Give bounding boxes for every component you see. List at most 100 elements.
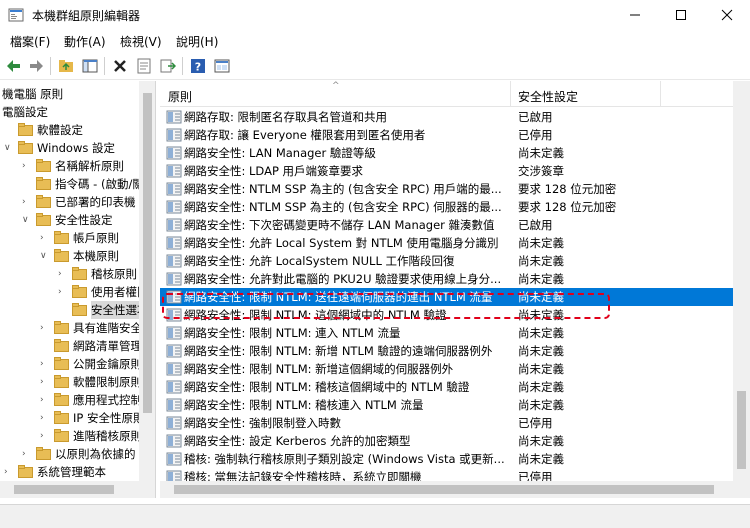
chevron-right-icon[interactable]: › [40,376,50,388]
list-row[interactable]: 網路安全性: 限制 NTLM: 新增這個網域的伺服器例外 尚未定義 [160,360,733,378]
window-title: 本機群組原則編輯器 [32,9,141,23]
list-hscroll-thumb[interactable] [174,485,714,494]
security-setting-value: 尚未定義 [518,254,564,268]
security-setting-value: 已停用 [518,416,553,430]
chevron-right-icon[interactable]: › [58,268,68,280]
tree-vertical-scrollbar[interactable] [139,81,155,481]
delete-x-icon [114,60,126,72]
menu-file[interactable]: 檔案(F) [8,33,52,50]
list-row[interactable]: 網路存取: 讓 Everyone 權限套用到匿名使用者 已停用 [160,126,733,144]
list-row[interactable]: 網路存取: 限制匿名存取具名管道和共用 已啟用 [160,108,733,126]
list-scroll-thumb[interactable] [737,391,746,469]
tree-item-label: 本機原則 [73,249,119,263]
list-row[interactable]: 網路安全性: 強制限制登入時數 已停用 [160,414,733,432]
chevron-right-icon[interactable]: › [40,322,50,334]
column-divider[interactable] [660,81,661,107]
security-setting-value: 尚未定義 [518,290,564,304]
list-row[interactable]: 網路安全性: 限制 NTLM: 稽核連入 NTLM 流量 尚未定義 [160,396,733,414]
column-divider[interactable] [510,81,511,107]
list-row[interactable]: 網路安全性: 設定 Kerberos 允許的加密類型 尚未定義 [160,432,733,450]
chevron-down-icon[interactable]: ∨ [4,142,14,154]
chevron-right-icon[interactable]: › [58,286,68,298]
chevron-right-icon[interactable]: › [22,196,32,208]
tree-horizontal-scrollbar[interactable] [0,481,155,498]
list-vertical-scrollbar[interactable] [733,81,750,481]
chevron-right-icon[interactable]: › [22,160,32,172]
tree-item-label: 以原則為依據的 Q [55,447,149,461]
chevron-right-icon[interactable]: › [40,394,50,406]
menu-bar: 檔案(F) 動作(A) 檢視(V) 說明(H) [0,30,750,52]
back-arrow-icon [7,60,20,72]
up-one-level-button[interactable] [56,56,76,76]
list-row[interactable]: 網路安全性: 允許 LocalSystem NULL 工作階段回復 尚未定義 [160,252,733,270]
toolbar-separator [104,57,105,75]
tree-hscroll-thumb[interactable] [14,485,114,494]
policy-name: 網路存取: 讓 Everyone 權限套用到匿名使用者 [184,128,426,142]
toolbar-separator [50,57,51,75]
policy-name: 網路安全性: 設定 Kerberos 允許的加密類型 [184,434,411,448]
list-row[interactable]: 網路安全性: LAN Manager 驗證等級 尚未定義 [160,144,733,162]
security-setting-value: 尚未定義 [518,146,564,160]
back-button[interactable] [4,56,24,76]
tree-item-label: 稽核原則 [91,267,137,281]
list-row[interactable]: 稽核: 強制執行稽核原則子類別設定 (Windows Vista 或更新... 尚… [160,450,733,468]
column-header-setting[interactable]: 安全性設定 [518,88,578,105]
properties-button[interactable] [134,56,154,76]
list-row[interactable]: 網路安全性: 限制 NTLM: 連入 NTLM 流量 尚未定義 [160,324,733,342]
list-row[interactable]: 網路安全性: 限制 NTLM: 稽核這個網域中的 NTLM 驗證 尚未定義 [160,378,733,396]
delete-button[interactable] [110,56,130,76]
menu-view[interactable]: 檢視(V) [118,33,164,50]
tree-item-label: 名稱解析原則 [55,159,124,173]
export-list-button[interactable] [158,56,178,76]
chevron-down-icon[interactable]: ∨ [22,214,32,226]
list-row[interactable]: 網路安全性: 限制 NTLM: 新增 NTLM 驗證的遠端伺服器例外 尚未定義 [160,342,733,360]
show-hide-tree-button[interactable] [80,56,100,76]
list-row[interactable]: 網路安全性: LDAP 用戶端簽章要求 交涉簽章 [160,162,733,180]
policy-name: 網路安全性: 允許 LocalSystem NULL 工作階段回復 [184,254,455,268]
chevron-right-icon[interactable]: › [40,412,50,424]
list-row[interactable]: 網路安全性: 允許 Local System 對 NTLM 使用電腦身分識別 尚未… [160,234,733,252]
chevron-right-icon[interactable]: › [40,430,50,442]
tree-scroll-thumb[interactable] [143,93,152,413]
list-row[interactable]: 網路安全性: NTLM SSP 為主的 (包含安全 RPC) 伺服器的最... 要… [160,198,733,216]
security-setting-value: 尚未定義 [518,272,564,286]
tree-item-label: IP 安全性原則 [73,411,145,425]
toolbar: ? [0,52,750,80]
forward-arrow-icon [30,60,43,72]
chevron-down-icon[interactable]: ∨ [40,250,50,262]
console-tree-pane[interactable]: 機電腦 原則 電腦設定 軟體設定 ∨ Windows 設定 › 名稱解析原則 指令碼 - (啟… [0,81,156,498]
policy-name: 網路存取: 限制匿名存取具名管道和共用 [184,110,388,124]
security-setting-value: 已停用 [518,128,553,142]
details-pane[interactable]: ^ 原則 安全性設定 網路存取: 限制匿名存取具名管道和共用 已啟用網路存取: 讓… [160,81,750,498]
chevron-right-icon[interactable]: › [40,232,50,244]
policy-name: 網路安全性: 限制 NTLM: 稽核連入 NTLM 流量 [184,398,424,412]
maximize-button[interactable] [658,0,704,30]
security-setting-value: 尚未定義 [518,344,564,358]
list-row[interactable]: 網路安全性: 下次密碼變更時不儲存 LAN Manager 雜湊數值 已啟用 [160,216,733,234]
list-horizontal-scrollbar[interactable] [160,481,750,498]
close-button[interactable] [704,0,750,30]
chevron-right-icon[interactable]: › [4,466,14,478]
list-row[interactable]: 網路安全性: 限制 NTLM: 這個網域中的 NTLM 驗證 尚未定義 [160,306,733,324]
chevron-right-icon[interactable]: › [22,448,32,460]
policy-name: 網路安全性: LAN Manager 驗證等級 [184,146,376,160]
tree-item-label: 電腦設定 [2,105,48,119]
column-header-policy[interactable]: 原則 [168,88,192,105]
forward-button[interactable] [26,56,46,76]
list-row[interactable]: 網路安全性: NTLM SSP 為主的 (包含安全 RPC) 用戶端的最... 要… [160,180,733,198]
menu-help[interactable]: 說明(H) [174,33,220,50]
security-setting-value: 尚未定義 [518,236,564,250]
close-icon [721,9,733,21]
menu-action[interactable]: 動作(A) [62,33,108,50]
filter-view-button[interactable] [212,56,232,76]
list-header: ^ 原則 安全性設定 [160,81,733,107]
list-row[interactable]: 網路安全性: 允許對此電腦的 PKU2U 驗證要求使用線上身分... 尚未定義 [160,270,733,288]
chevron-right-icon[interactable]: › [40,358,50,370]
security-setting-value: 要求 128 位元加密 [518,200,617,214]
list-row-selected[interactable]: 網路安全性: 限制 NTLM: 送往遠端伺服器的連出 NTLM 流量 尚未定義 [160,288,733,306]
tree-item-label: 帳戶原則 [73,231,119,245]
policy-name: 網路安全性: 限制 NTLM: 連入 NTLM 流量 [184,326,401,340]
help-button[interactable]: ? [188,56,208,76]
security-setting-value: 已啟用 [518,110,553,124]
minimize-button[interactable] [612,0,658,30]
